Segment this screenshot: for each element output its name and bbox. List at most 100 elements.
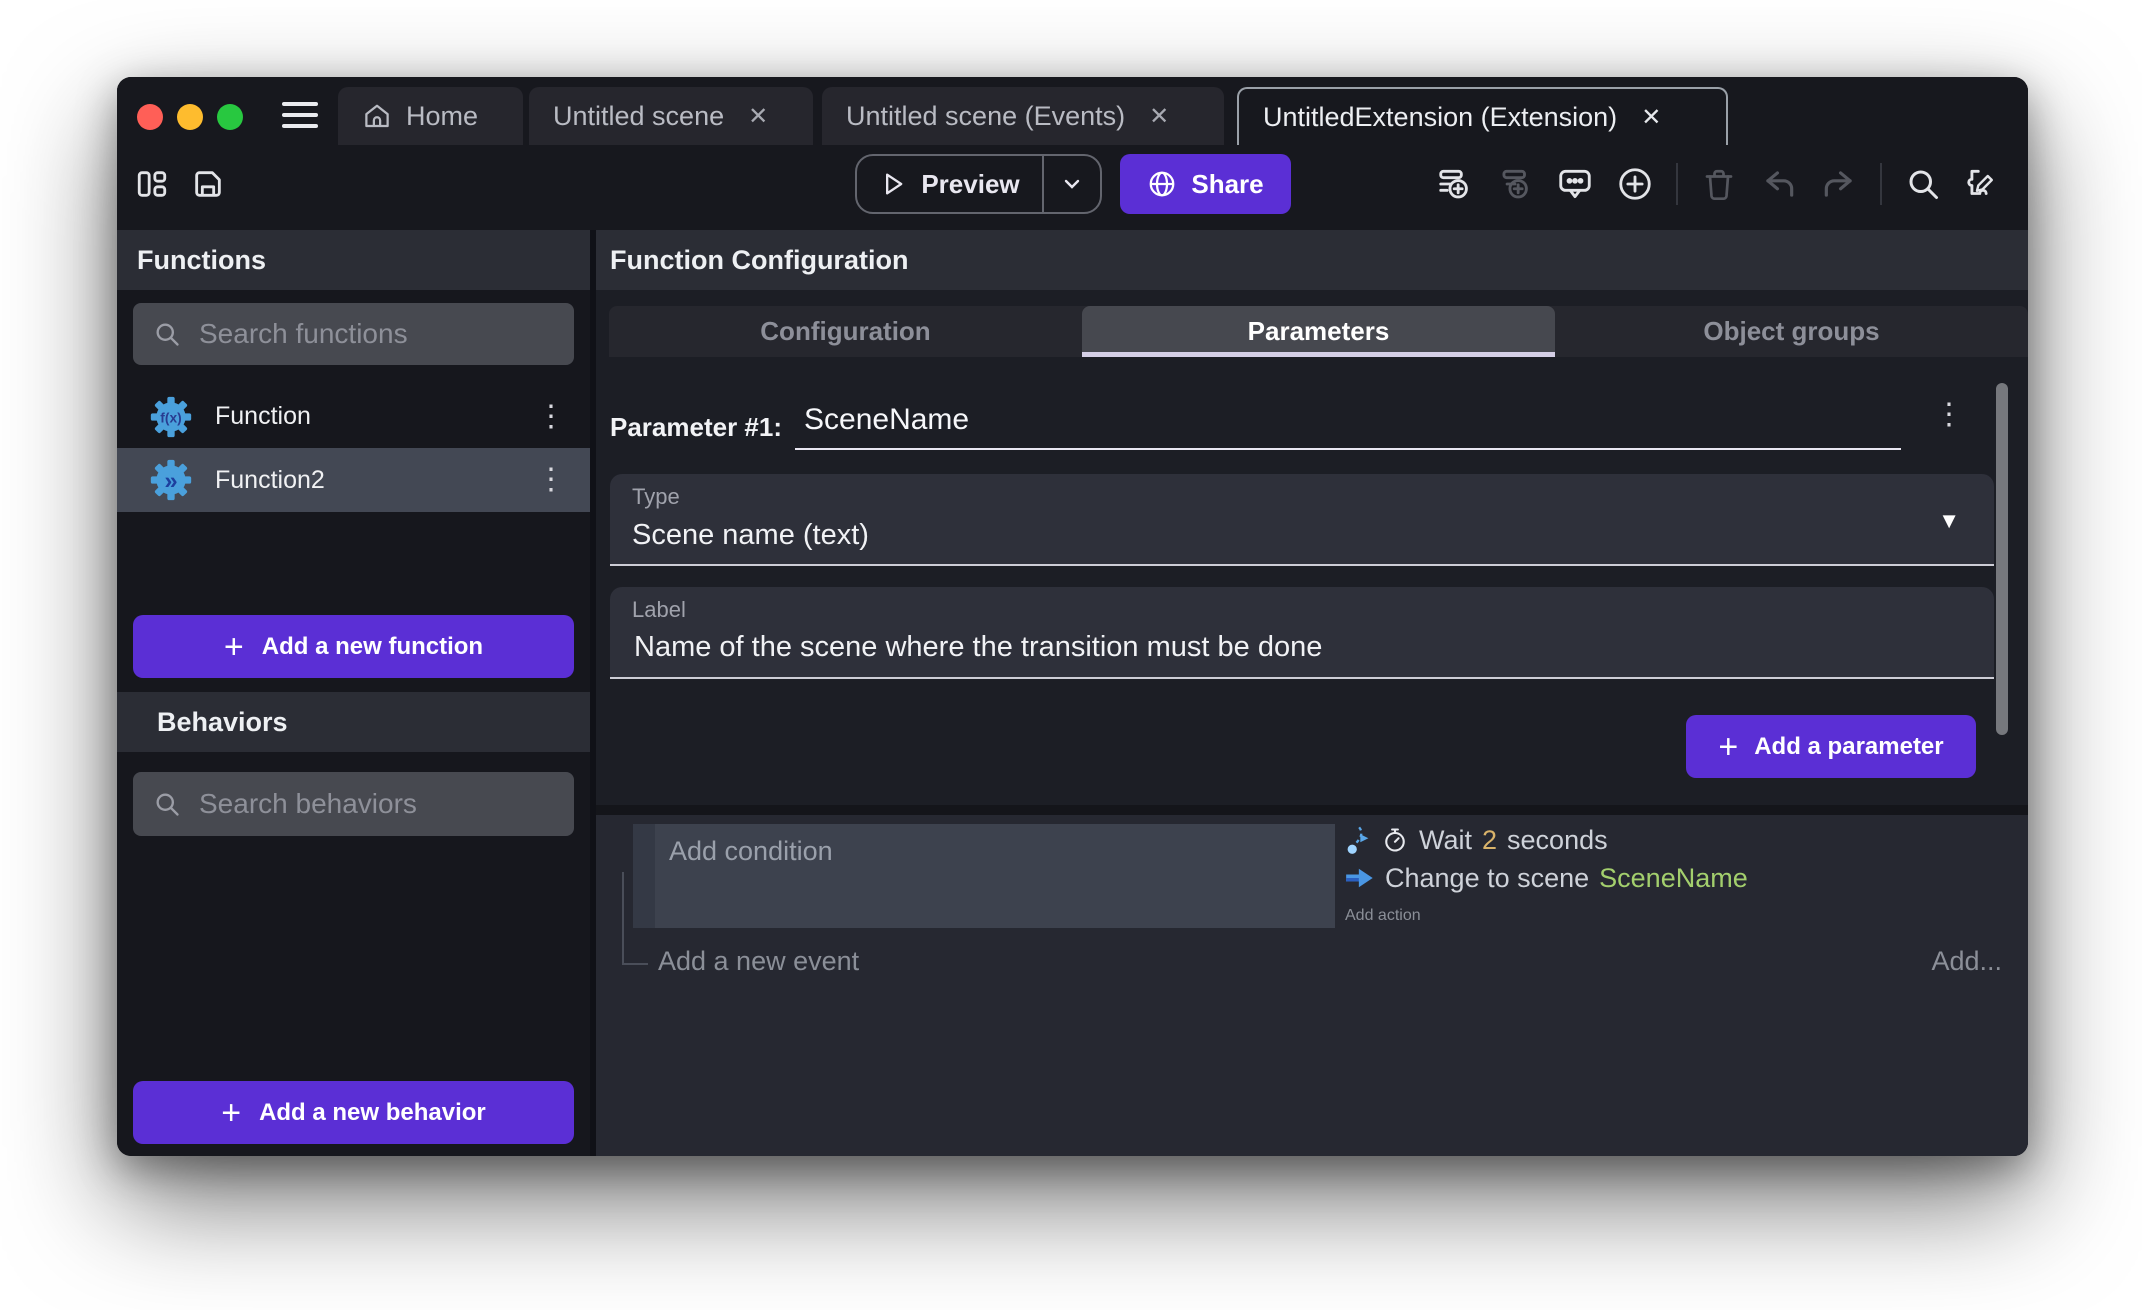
- parameter-label-input[interactable]: [632, 630, 1936, 665]
- configuration-tabs: Configuration Parameters Object groups: [609, 306, 2028, 357]
- stopwatch-icon: [1381, 826, 1409, 854]
- search-behaviors-input[interactable]: [197, 787, 538, 821]
- tab-untitled-scene[interactable]: Untitled scene ✕: [529, 87, 813, 145]
- tab-configuration[interactable]: Configuration: [609, 306, 1082, 357]
- wait-unit: seconds: [1507, 825, 1608, 856]
- tab-untitled-extension[interactable]: UntitledExtension (Extension) ✕: [1237, 87, 1728, 145]
- tab-label: Untitled scene (Events): [846, 101, 1125, 132]
- wait-action-row[interactable]: Wait 2 seconds: [1345, 821, 1748, 859]
- menu-icon[interactable]: [282, 102, 318, 128]
- function-list-item[interactable]: f(x) Function ⋮: [117, 385, 590, 448]
- save-icon[interactable]: [189, 162, 227, 206]
- undo-icon[interactable]: [1760, 162, 1798, 206]
- comment-icon[interactable]: [1556, 162, 1594, 206]
- add-parameter-label: Add a parameter: [1754, 733, 1943, 761]
- event-block: Add condition: [633, 824, 1335, 928]
- globe-icon: [1147, 169, 1177, 199]
- svg-text:f(x): f(x): [160, 410, 181, 425]
- magnifier-icon: [153, 790, 181, 818]
- preview-options-button[interactable]: [1042, 156, 1100, 212]
- tab-label: Home: [406, 101, 478, 132]
- wait-value: 2: [1482, 825, 1497, 856]
- tab-label: Parameters: [1248, 316, 1390, 347]
- add-event-icon[interactable]: [1436, 162, 1474, 206]
- plus-icon: +: [221, 1096, 241, 1130]
- events-divider: [596, 805, 2028, 815]
- panels-layout-icon[interactable]: [133, 162, 171, 206]
- toolbar-divider: [1676, 163, 1678, 205]
- delete-icon[interactable]: [1700, 162, 1738, 206]
- add-function-button[interactable]: + Add a new function: [133, 615, 574, 678]
- kebab-menu-icon[interactable]: ⋮: [536, 465, 566, 495]
- tab-untitled-scene-events[interactable]: Untitled scene (Events) ✕: [822, 87, 1224, 145]
- search-behaviors-box: [133, 772, 574, 836]
- event-tree-bracket: [622, 872, 648, 965]
- close-window-button[interactable]: [137, 104, 163, 130]
- svg-text:»: »: [164, 467, 177, 494]
- parameter-kebab-icon[interactable]: ⋮: [1934, 400, 1964, 430]
- function-label: Function2: [215, 466, 325, 495]
- close-tab-icon[interactable]: ✕: [748, 102, 768, 131]
- close-tab-icon[interactable]: ✕: [1641, 103, 1661, 132]
- add-new-event-button[interactable]: Add a new event: [658, 946, 859, 977]
- type-value: Scene name (text): [632, 519, 869, 552]
- add-subevent-icon[interactable]: [1496, 162, 1534, 206]
- tab-parameters[interactable]: Parameters: [1082, 306, 1555, 357]
- close-tab-icon[interactable]: ✕: [1149, 102, 1169, 131]
- main-panel: Function Configuration Configuration Par…: [596, 230, 2028, 1156]
- home-icon: [362, 101, 392, 131]
- label-label: Label: [632, 597, 686, 623]
- parameter-label-field[interactable]: Label: [610, 587, 1994, 679]
- function-list-item-selected[interactable]: » Function2 ⋮: [117, 448, 590, 512]
- toolbar: Preview Share: [117, 145, 2028, 222]
- add-condition-button[interactable]: Add condition: [655, 824, 833, 928]
- play-icon: [879, 170, 907, 198]
- share-button[interactable]: Share: [1120, 154, 1291, 214]
- titlebar: Home Untitled scene ✕ Untitled scene (Ev…: [117, 77, 2028, 145]
- parameter-name-input[interactable]: [802, 402, 1896, 438]
- change-scene-value: SceneName: [1599, 863, 1748, 894]
- behaviors-title: Behaviors: [137, 707, 288, 738]
- search-functions-input[interactable]: [197, 317, 538, 351]
- async-icon: [1345, 825, 1371, 855]
- minimize-window-button[interactable]: [177, 104, 203, 130]
- scrollbar-thumb[interactable]: [1996, 383, 2008, 735]
- fx-gear-icon: f(x): [149, 395, 193, 439]
- change-scene-action-row[interactable]: Change to scene SceneName: [1345, 859, 1748, 897]
- add-function-label: Add a new function: [262, 633, 483, 661]
- tab-label: Untitled scene: [553, 101, 724, 132]
- zoom-window-button[interactable]: [217, 104, 243, 130]
- dropdown-caret-icon: ▼: [1938, 508, 1960, 534]
- search-icon[interactable]: [1904, 162, 1942, 206]
- function-label: Function: [215, 402, 311, 431]
- add-action-button[interactable]: Add action: [1345, 897, 1748, 935]
- tab-label: Object groups: [1703, 316, 1879, 347]
- parameter-number-label: Parameter #1:: [610, 412, 782, 443]
- add-parameter-button[interactable]: + Add a parameter: [1686, 715, 1976, 778]
- type-label: Type: [632, 484, 680, 510]
- add-behavior-button[interactable]: + Add a new behavior: [133, 1081, 574, 1144]
- tab-object-groups[interactable]: Object groups: [1555, 306, 2028, 357]
- chevron-down-icon: [1060, 172, 1084, 196]
- redo-icon[interactable]: [1820, 162, 1858, 206]
- actions-column: Wait 2 seconds Change to scene SceneName…: [1345, 821, 1748, 935]
- preview-button[interactable]: Preview: [855, 154, 1102, 214]
- parameter-name-underline: [795, 448, 1901, 450]
- add-more-button[interactable]: Add...: [1931, 946, 2002, 977]
- kebab-menu-icon[interactable]: ⋮: [536, 402, 566, 432]
- sidebar: Functions f(x) Function ⋮: [117, 230, 590, 1156]
- app-window: Home Untitled scene ✕ Untitled scene (Ev…: [117, 77, 2028, 1156]
- tab-label: UntitledExtension (Extension): [1263, 102, 1617, 133]
- parameter-name-field[interactable]: [802, 402, 1892, 438]
- plus-icon: +: [1718, 730, 1738, 764]
- add-circle-icon[interactable]: [1616, 162, 1654, 206]
- functions-header: Functions: [117, 230, 590, 290]
- parameter-type-select[interactable]: Type Scene name (text) ▼: [610, 474, 1994, 566]
- events-sheet: Add condition Wait 2 seconds: [596, 815, 2028, 1156]
- functions-title: Functions: [137, 245, 266, 276]
- edit-extension-icon[interactable]: [1964, 162, 2002, 206]
- wait-label: Wait: [1419, 825, 1472, 856]
- tab-home[interactable]: Home: [338, 87, 523, 145]
- add-behavior-label: Add a new behavior: [259, 1099, 486, 1127]
- main-body: Configuration Parameters Object groups P…: [596, 290, 2028, 1156]
